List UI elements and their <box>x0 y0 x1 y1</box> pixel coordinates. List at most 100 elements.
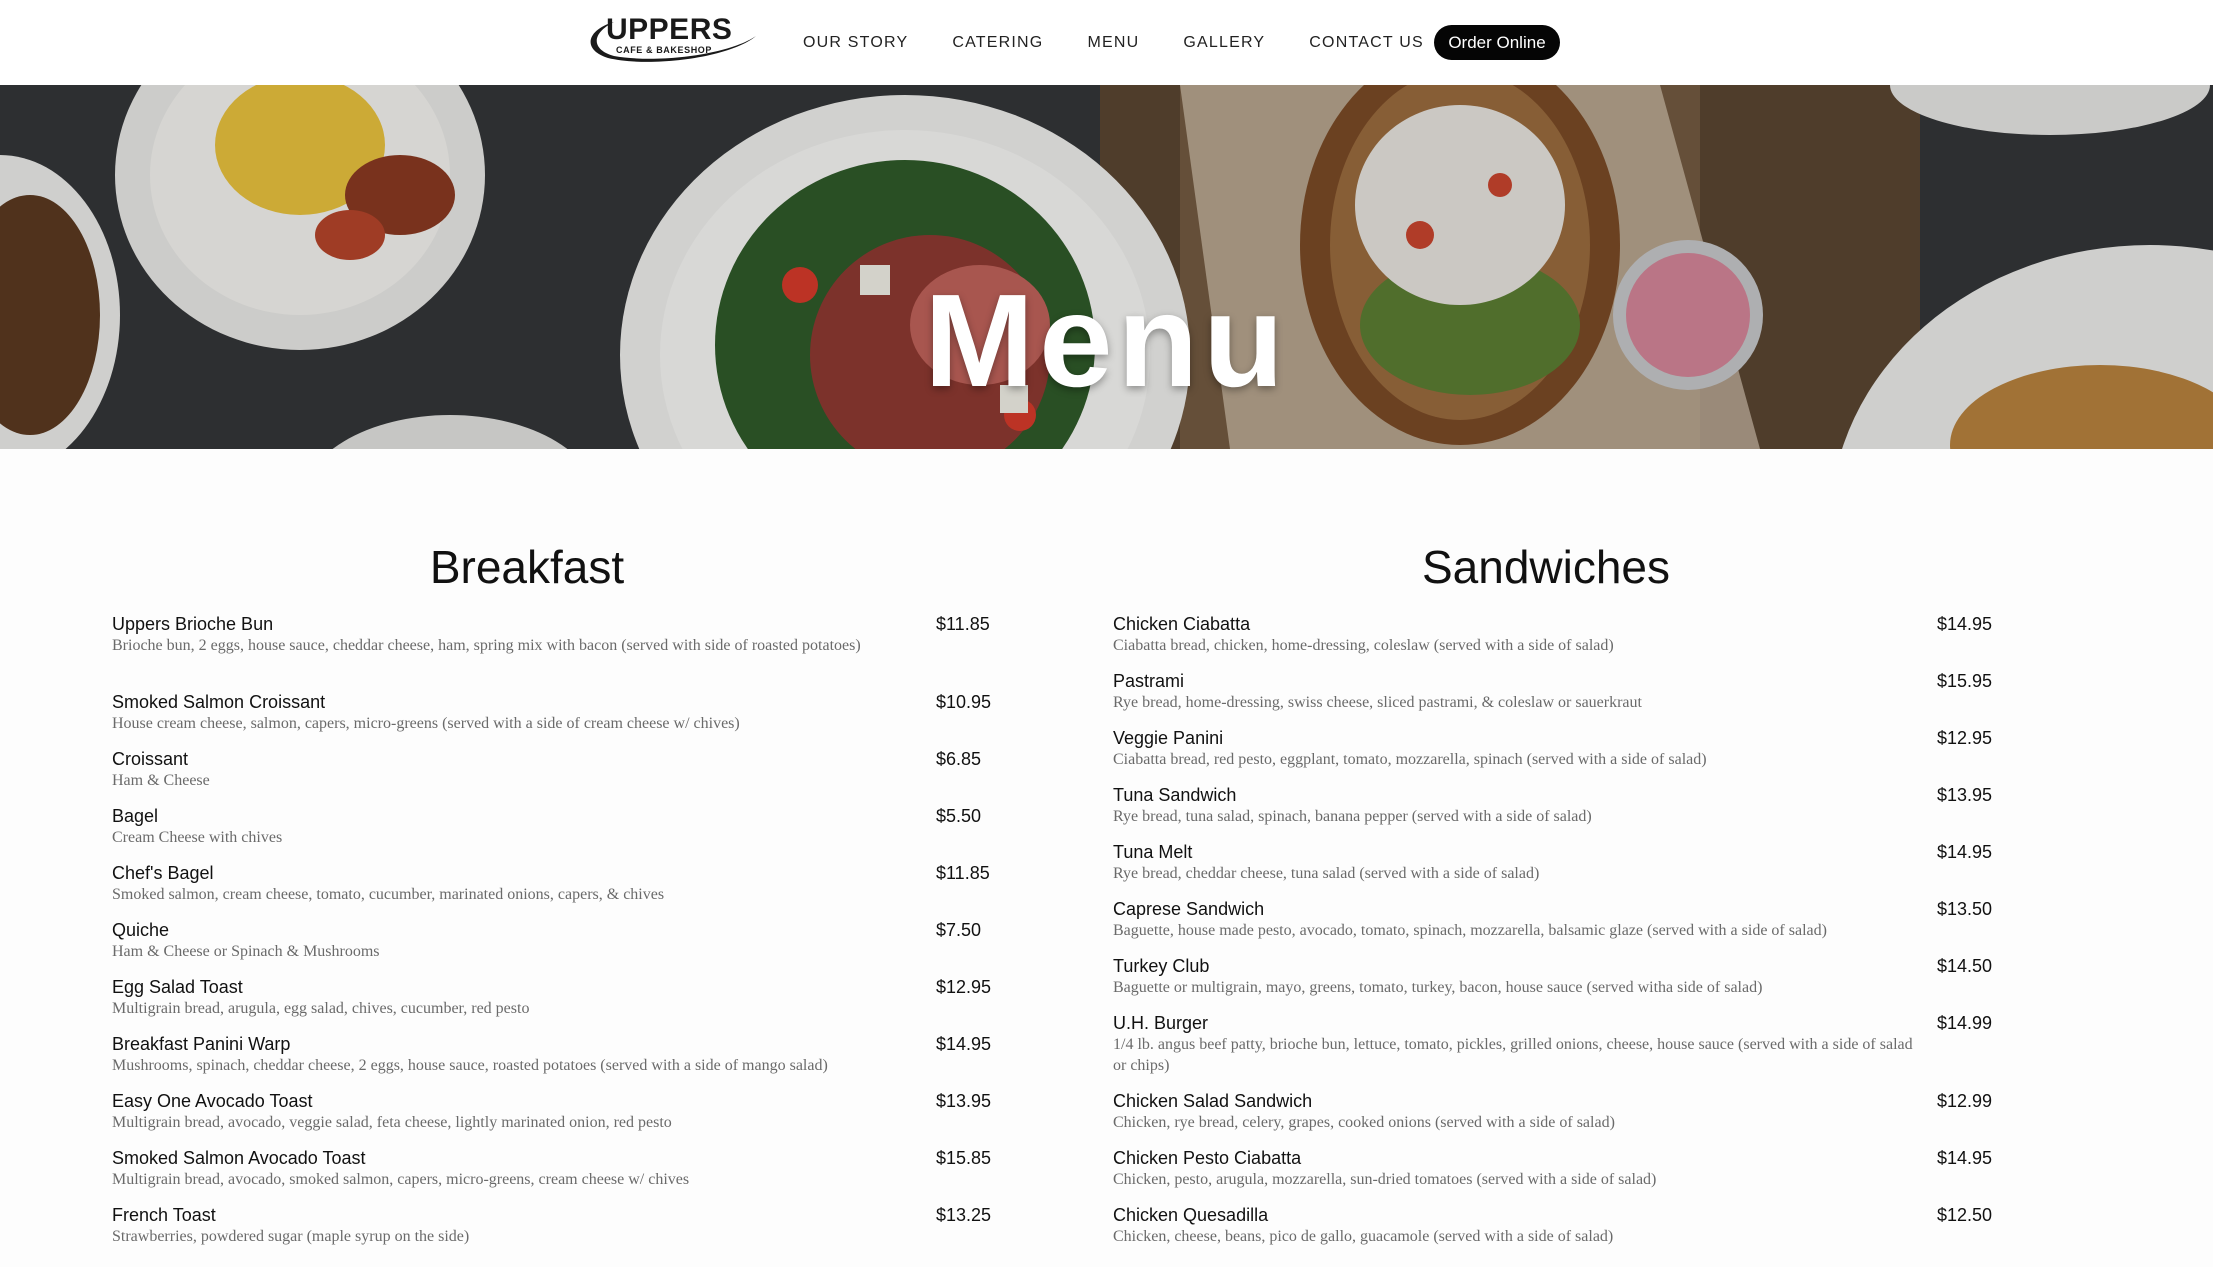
menu-item: Turkey Club Baguette or multigrain, mayo… <box>1113 955 1993 1012</box>
item-name: French Toast <box>112 1205 216 1226</box>
item-price: $5.50 <box>936 806 982 827</box>
logo-brand-text: UPPERS <box>606 13 733 46</box>
menu-item: U.H. Burger 1/4 lb. angus beef patty, br… <box>1113 1012 1993 1090</box>
menu-item: Smoked Salmon Avocado Toast Multigrain b… <box>112 1147 992 1204</box>
nav-gallery[interactable]: GALLERY <box>1183 34 1265 52</box>
menu-item: Uppers Brioche Bun Brioche bun, 2 eggs, … <box>112 613 992 691</box>
item-description: Mushrooms, spinach, cheddar cheese, 2 eg… <box>112 1057 828 1075</box>
item-description: Smoked salmon, cream cheese, tomato, cuc… <box>112 886 665 904</box>
item-description: Ham & Cheese <box>112 772 210 790</box>
item-name: Chicken Salad Sandwich <box>1113 1091 1313 1112</box>
item-name: Croissant <box>112 749 189 770</box>
item-price: $14.99 <box>1937 1013 1993 1034</box>
logo-tagline-text: CAFE & BAKESHOP <box>616 45 713 55</box>
item-description: Ham & Cheese or Spinach & Mushrooms <box>112 943 380 961</box>
nav-contact-us[interactable]: CONTACT US <box>1309 34 1424 52</box>
nav-menu[interactable]: MENU <box>1087 34 1139 52</box>
menu-item: Bagel Cream Cheese with chives $5.50 <box>112 805 992 862</box>
item-price: $13.50 <box>1937 899 1993 920</box>
item-name: Chicken Ciabatta <box>1113 614 1251 635</box>
uppers-logo[interactable]: UPPERS CAFE & BAKESHOP <box>580 8 760 68</box>
menu-item: Breakfast Panini Warp Mushrooms, spinach… <box>112 1033 992 1090</box>
item-price: $13.25 <box>936 1205 992 1226</box>
item-name: U.H. Burger <box>1113 1013 1209 1034</box>
item-price: $7.50 <box>936 920 982 941</box>
item-name: Caprese Sandwich <box>1113 899 1265 920</box>
order-online-button[interactable]: Order Online <box>1434 25 1560 60</box>
item-description: Chicken, pesto, arugula, mozzarella, sun… <box>1113 1171 1657 1189</box>
item-description: Ciabatta bread, chicken, home-dressing, … <box>1113 637 1614 655</box>
item-price: $14.95 <box>1937 842 1993 863</box>
breakfast-title: Breakfast <box>429 541 625 593</box>
item-description: Baguette or multigrain, mayo, greens, to… <box>1113 979 1763 997</box>
item-name: Pastrami <box>1113 671 1185 692</box>
item-description: Cream Cheese with chives <box>112 829 283 847</box>
item-price: $12.95 <box>936 977 992 998</box>
item-name: Easy One Avocado Toast <box>112 1091 313 1112</box>
item-description: Chicken, cheese, beans, pico de gallo, g… <box>1113 1228 1614 1246</box>
nav-catering[interactable]: CATERING <box>952 34 1043 52</box>
item-description: Rye bread, cheddar cheese, tuna salad (s… <box>1113 865 1540 883</box>
item-description: Rye bread, home-dressing, swiss cheese, … <box>1113 694 1642 712</box>
item-name: Egg Salad Toast <box>112 977 243 998</box>
sandwiches-title: Sandwiches <box>1421 541 1671 593</box>
item-name: Chicken Pesto Ciabatta <box>1113 1148 1302 1169</box>
hero-banner: Menu <box>0 85 2213 449</box>
item-price: $14.95 <box>1937 614 1993 635</box>
menu-item: Veggie Panini Ciabatta bread, red pesto,… <box>1113 727 1993 784</box>
item-price: $12.50 <box>1937 1205 1993 1226</box>
menu-item: Pastrami Rye bread, home-dressing, swiss… <box>1113 670 1993 727</box>
item-name: Smoked Salmon Avocado Toast <box>112 1148 366 1169</box>
item-description: Multigrain bread, arugula, egg salad, ch… <box>112 1000 530 1018</box>
item-price: $11.85 <box>936 614 990 635</box>
item-name: Smoked Salmon Croissant <box>112 692 326 713</box>
hero-title: Menu <box>924 267 1289 414</box>
menu-item: Chicken Quesadilla Chicken, cheese, bean… <box>1113 1204 1993 1261</box>
item-price: $12.99 <box>1937 1091 1993 1112</box>
menu-item: Egg Salad Toast Multigrain bread, arugul… <box>112 976 992 1033</box>
menu-item: Easy One Avocado Toast Multigrain bread,… <box>112 1090 992 1147</box>
item-price: $12.95 <box>1937 728 1993 749</box>
item-description: Chicken, rye bread, celery, grapes, cook… <box>1113 1114 1615 1132</box>
nav-our-story[interactable]: OUR STORY <box>803 34 908 52</box>
item-price: $11.85 <box>936 863 990 884</box>
site-header: UPPERS CAFE & BAKESHOP OUR STORY CATERIN… <box>0 0 2213 85</box>
main-nav: OUR STORY CATERING MENU GALLERY CONTACT … <box>803 0 1468 85</box>
sandwiches-section: Sandwiches Chicken Ciabatta Ciabatta bre… <box>1113 540 1993 1261</box>
item-name: Turkey Club <box>1113 956 1210 977</box>
menu-item: Caprese Sandwich Baguette, house made pe… <box>1113 898 1993 955</box>
item-description: Multigrain bread, avocado, smoked salmon… <box>112 1171 690 1189</box>
item-description: Rye bread, tuna salad, spinach, banana p… <box>1113 808 1592 826</box>
item-name: Quiche <box>112 920 170 941</box>
item-name: Chef's Bagel <box>112 863 214 884</box>
item-price: $14.95 <box>1937 1148 1993 1169</box>
item-description: Baguette, house made pesto, avocado, tom… <box>1113 922 1827 940</box>
item-description: House cream cheese, salmon, capers, micr… <box>112 715 740 733</box>
item-name: Tuna Sandwich <box>1113 785 1237 806</box>
menu-item: Smoked Salmon Croissant House cream chee… <box>112 691 992 748</box>
item-description: Strawberries, powdered sugar (maple syru… <box>112 1228 470 1246</box>
item-price: $10.95 <box>936 692 992 713</box>
menu-item: Tuna Sandwich Rye bread, tuna salad, spi… <box>1113 784 1993 841</box>
menu-item: Chef's Bagel Smoked salmon, cream cheese… <box>112 862 992 919</box>
item-price: $15.95 <box>1937 671 1993 692</box>
item-description: 1/4 lb. angus beef patty, brioche bun, l… <box>1113 1036 1913 1075</box>
item-name: Breakfast Panini Warp <box>112 1034 291 1055</box>
menu-item: French Toast Strawberries, powdered suga… <box>112 1204 992 1261</box>
item-price: $15.85 <box>936 1148 992 1169</box>
item-name: Bagel <box>112 806 159 827</box>
menu-item: Croissant Ham & Cheese $6.85 <box>112 748 992 805</box>
menu-item: Tuna Melt Rye bread, cheddar cheese, tun… <box>1113 841 1993 898</box>
item-description: Multigrain bread, avocado, veggie salad,… <box>112 1114 672 1132</box>
item-price: $13.95 <box>936 1091 992 1112</box>
menu-item: Quiche Ham & Cheese or Spinach & Mushroo… <box>112 919 992 976</box>
menu-item: Chicken Pesto Ciabatta Chicken, pesto, a… <box>1113 1147 1993 1204</box>
item-description: Brioche bun, 2 eggs, house sauce, chedda… <box>112 637 861 655</box>
item-price: $13.95 <box>1937 785 1993 806</box>
item-name: Tuna Melt <box>1113 842 1193 863</box>
item-price: $14.50 <box>1937 956 1993 977</box>
menu-item: Chicken Ciabatta Ciabatta bread, chicken… <box>1113 613 1993 670</box>
breakfast-section: Breakfast Uppers Brioche Bun Brioche bun… <box>112 540 992 1261</box>
item-name: Uppers Brioche Bun <box>112 614 274 635</box>
item-price: $14.95 <box>936 1034 992 1055</box>
